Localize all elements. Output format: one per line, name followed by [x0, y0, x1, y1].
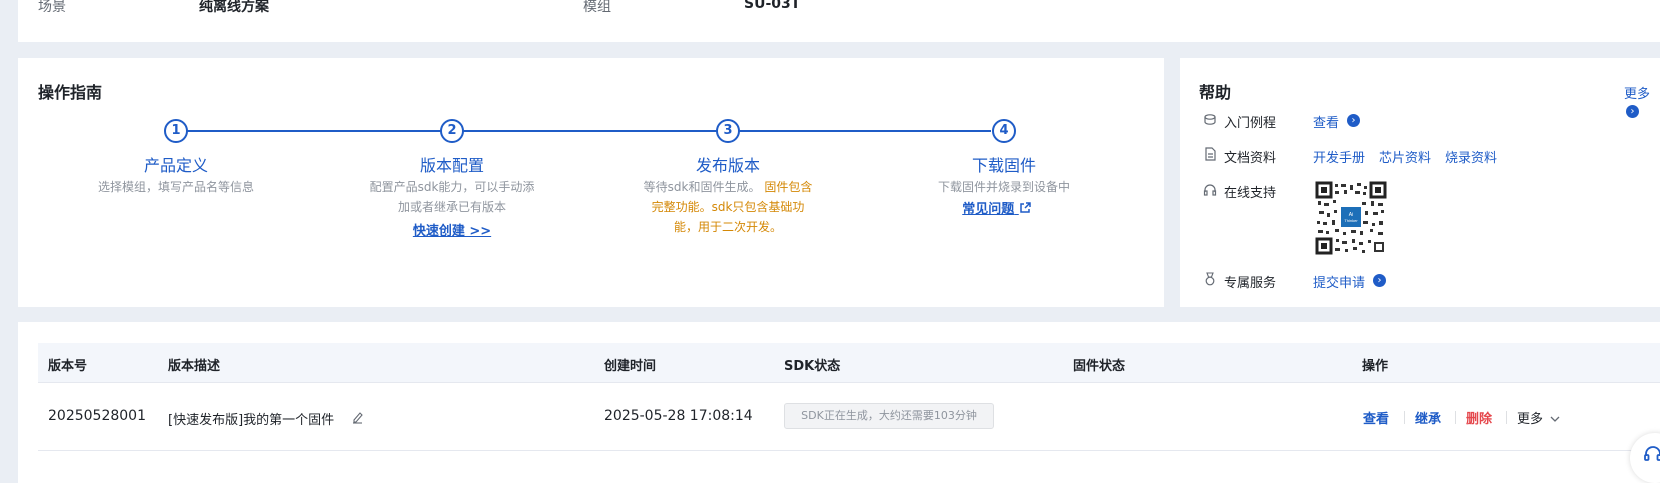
- dev-manual-link[interactable]: 开发手册: [1313, 147, 1365, 166]
- guide-title: 操作指南: [38, 83, 103, 102]
- headset-icon: [1644, 446, 1660, 461]
- help-label-tutorial: 入门例程: [1224, 116, 1277, 131]
- help-title: 帮助: [1199, 83, 1232, 102]
- step-3-desc-text: 等待sdk和固件生成。: [643, 180, 761, 194]
- chevron-down-icon: [1550, 416, 1560, 422]
- action-separator: [1404, 411, 1405, 424]
- step-2-description: 配置产品sdk能力，可以手动添加或者继承已有版本: [369, 180, 535, 214]
- faq-link[interactable]: 常见问题: [919, 198, 1074, 217]
- table-row-divider: [38, 450, 1660, 451]
- step-connector-line: [175, 130, 991, 132]
- quick-create-link[interactable]: 快速创建 >>: [367, 220, 537, 239]
- more-actions-dropdown[interactable]: 更多: [1517, 408, 1560, 427]
- module-label: 模组: [583, 0, 611, 15]
- step-2-title: 版本配置: [419, 156, 484, 175]
- qr-code-image: Ai Thinker: [1315, 181, 1387, 255]
- table-header-divider: [38, 382, 1660, 383]
- help-label-docs: 文档资料: [1224, 151, 1277, 166]
- action-separator: [1455, 411, 1456, 424]
- step-3-number: 3: [716, 119, 740, 143]
- edit-icon[interactable]: [351, 410, 364, 424]
- delete-version-button[interactable]: 删除: [1466, 408, 1492, 427]
- created-time: 2025-05-28 17:08:14: [604, 408, 753, 424]
- col-header-created: 创建时间: [604, 359, 657, 374]
- step-1-number: 1: [164, 119, 188, 143]
- step-4-description: 下载固件并烧录到设备中: [937, 180, 1070, 194]
- action-separator: [1506, 411, 1507, 424]
- faq-link-label: 常见问题: [962, 202, 1015, 217]
- view-tutorial-link[interactable]: 查看: [1313, 112, 1339, 131]
- col-header-description: 版本描述: [168, 359, 221, 374]
- col-header-sdk-status: SDK状态: [784, 359, 841, 374]
- step-4-title: 下载固件: [971, 156, 1036, 175]
- flashing-docs-link[interactable]: 烧录资料: [1445, 147, 1497, 166]
- book-icon: [1204, 114, 1216, 125]
- step-1-title: 产品定义: [143, 156, 208, 175]
- more-actions-label: 更多: [1517, 412, 1544, 427]
- scene-value: 纯离线方案: [199, 0, 269, 15]
- step-2-number: 2: [440, 119, 464, 143]
- medal-icon: [1205, 272, 1215, 286]
- arrow-right-icon[interactable]: ›: [1347, 114, 1360, 127]
- sdk-status-badge: SDK正在生成，大约还需要103分钟: [784, 403, 994, 429]
- table-header-row: [38, 343, 1660, 383]
- chip-docs-link[interactable]: 芯片资料: [1379, 147, 1431, 166]
- headset-icon: [1203, 184, 1217, 196]
- help-label-support: 在线支持: [1224, 186, 1277, 201]
- version-description: [快速发布版]我的第一个固件: [168, 413, 335, 428]
- step-3-title: 发布版本: [695, 156, 760, 175]
- help-label-exclusive-service: 专属服务: [1224, 276, 1277, 291]
- col-header-firmware-status: 固件状态: [1073, 359, 1126, 374]
- col-header-version: 版本号: [48, 359, 88, 374]
- external-link-icon: [1020, 202, 1031, 213]
- module-value: SU-03T: [744, 0, 801, 12]
- arrow-right-icon[interactable]: ›: [1373, 274, 1386, 287]
- document-icon: [1205, 147, 1216, 161]
- col-header-actions: 操作: [1362, 359, 1389, 374]
- step-4-number: 4: [992, 119, 1016, 143]
- step-1-description: 选择模组，填写产品名等信息: [97, 180, 254, 194]
- step-3-description: 等待sdk和固件生成。 固件包含完整功能。sdk只包含基础功能，用于二次开发。: [643, 177, 813, 237]
- version-number: 20250528001: [48, 408, 146, 424]
- help-more-link[interactable]: 更多 ›: [1624, 83, 1660, 118]
- submit-application-link[interactable]: 提交申请: [1313, 272, 1365, 291]
- view-version-button[interactable]: 查看: [1363, 408, 1389, 427]
- help-more-label: 更多: [1624, 87, 1651, 102]
- arrow-right-icon: ›: [1626, 105, 1639, 118]
- scene-label: 场景: [38, 0, 66, 15]
- inherit-version-button[interactable]: 继承: [1415, 408, 1441, 427]
- svg-text:Thinker: Thinker: [1344, 218, 1358, 223]
- product-info-card: 场景 纯离线方案 模组 SU-03T: [18, 0, 1660, 42]
